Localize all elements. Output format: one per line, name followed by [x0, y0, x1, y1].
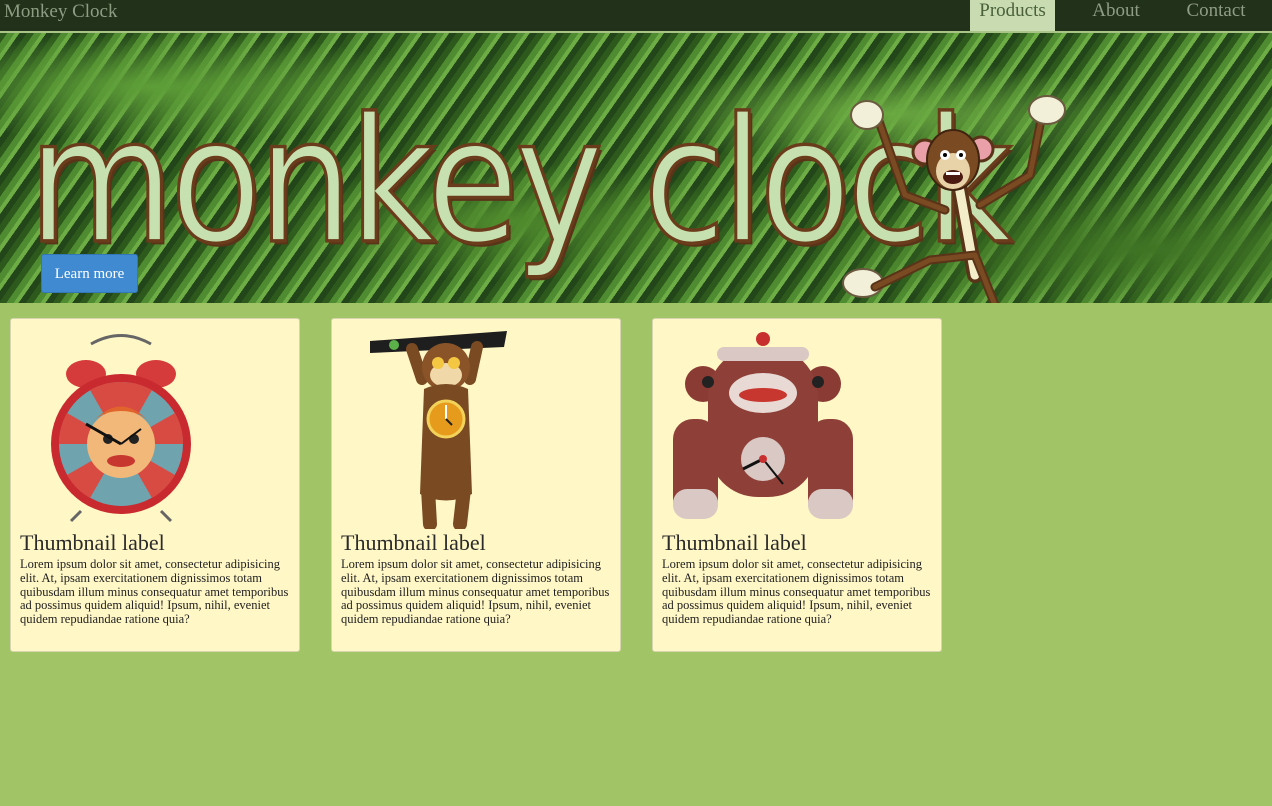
hero-banner: monkey clock Learn more [0, 33, 1272, 303]
product-card: Thumbnail label Lorem ipsum dolor sit am… [331, 318, 621, 652]
card-description: Lorem ipsum dolor sit amet, consectetur … [341, 557, 610, 627]
dancing-monkey-icon [842, 95, 1066, 303]
nav-products[interactable]: Products [970, 0, 1055, 31]
card-description: Lorem ipsum dolor sit amet, consectetur … [662, 557, 931, 627]
card-title: Thumbnail label [662, 530, 807, 555]
card-title: Thumbnail label [341, 530, 486, 555]
hanging-monkey-clock-image[interactable] [332, 319, 620, 529]
sock-monkey-clock-image[interactable] [653, 319, 941, 529]
alarm-clock-monkey-image[interactable] [11, 319, 299, 529]
product-card: Thumbnail label Lorem ipsum dolor sit am… [10, 318, 300, 652]
learn-more-button[interactable]: Learn more [41, 254, 138, 293]
navbar: Monkey Clock Products About Contact [0, 0, 1272, 33]
nav-contact[interactable]: Contact [1172, 0, 1260, 31]
card-description: Lorem ipsum dolor sit amet, consectetur … [20, 557, 289, 627]
nav-about[interactable]: About [1076, 0, 1156, 31]
card-title: Thumbnail label [20, 530, 165, 555]
brand-link[interactable]: Monkey Clock [4, 1, 117, 23]
product-card: Thumbnail label Lorem ipsum dolor sit am… [652, 318, 942, 652]
